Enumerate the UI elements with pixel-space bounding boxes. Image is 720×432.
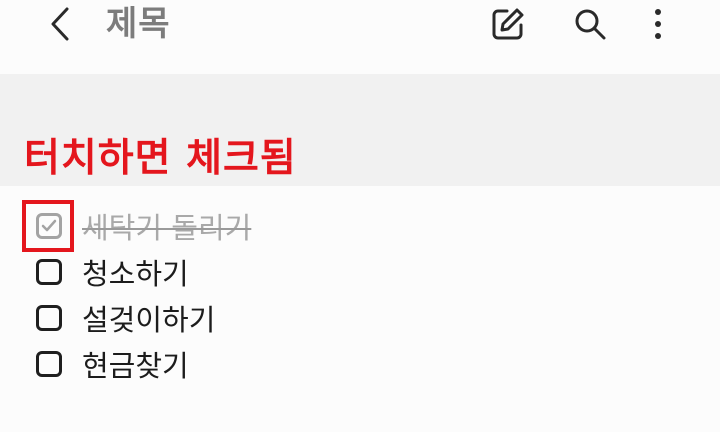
- edit-button[interactable]: [486, 2, 530, 46]
- edit-icon: [492, 8, 524, 40]
- checklist-item-label: 청소하기: [82, 257, 189, 291]
- search-button[interactable]: [568, 2, 612, 46]
- more-vertical-icon: [655, 9, 661, 39]
- checklist-item[interactable]: 현금찾기: [30, 342, 189, 386]
- checklist-item-label: 설겆이하기: [82, 303, 216, 337]
- checkbox[interactable]: [36, 351, 62, 377]
- top-toolbar: 제목: [0, 0, 720, 74]
- checklist-item[interactable]: 설겆이하기: [30, 296, 215, 340]
- checklist-item-label: 세탁기 돌리기: [82, 211, 252, 245]
- checklist-item-label: 현금찾기: [82, 349, 189, 383]
- annotation-label: 터치하면 체크됨: [24, 136, 297, 181]
- checkbox[interactable]: [36, 305, 62, 331]
- back-button[interactable]: [40, 4, 80, 44]
- more-options-button[interactable]: [636, 2, 680, 46]
- chevron-left-icon: [51, 7, 69, 41]
- page-title: 제목: [106, 4, 171, 44]
- annotation-highlight-box: [22, 200, 74, 252]
- checkbox[interactable]: [36, 259, 62, 285]
- search-icon: [575, 9, 606, 40]
- checklist-item[interactable]: 청소하기: [30, 250, 189, 294]
